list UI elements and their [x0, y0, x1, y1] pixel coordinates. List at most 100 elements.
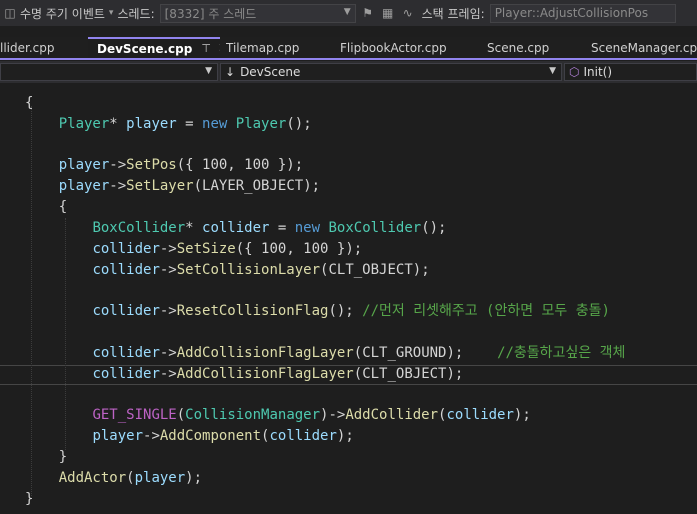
- code-token: (: [126, 470, 135, 486]
- lifecycle-dropdown-arrow-icon[interactable]: ▾: [109, 8, 114, 18]
- code-token: Player: [235, 116, 287, 132]
- code-token: {: [25, 199, 68, 215]
- tab-scene-cpp[interactable]: Scene.cpp: [487, 37, 577, 58]
- tab-devscene-cpp[interactable]: DevScene.cpp ⊤ ✕: [88, 37, 220, 58]
- code-token: SetPos: [126, 157, 177, 173]
- tab-tilemap-cpp[interactable]: Tilemap.cpp: [226, 37, 326, 58]
- member-dropdown[interactable]: ⬡ Init(): [564, 63, 697, 81]
- scope-dropdown[interactable]: ↓ DevScene ▼: [220, 63, 562, 81]
- code-token: player: [58, 178, 110, 194]
- code-token: (: [176, 407, 186, 423]
- project-scope-dropdown[interactable]: ▼: [0, 63, 218, 81]
- tab-scenemanager-cpp[interactable]: SceneManager.cpp: [591, 37, 697, 58]
- code-token: ({ 100, 100 });: [176, 157, 304, 173]
- code-token: ();: [286, 116, 312, 132]
- code-token: CLT_OBJECT: [328, 262, 413, 278]
- code-line: Player* player = new Player();: [25, 114, 312, 135]
- code-token: ->: [143, 428, 160, 444]
- stack-frame-label: 스택 프레임:: [421, 6, 485, 21]
- tab-label: Scene.cpp: [487, 40, 550, 55]
- code-line: GET_SINGLE(CollisionManager)->AddCollide…: [25, 405, 531, 426]
- show-threads-icon[interactable]: ∿: [400, 5, 416, 21]
- code-token: //먼저 리셋해주고 (안하면 모두 충돌): [362, 303, 610, 319]
- code-token: LAYER_OBJECT: [202, 178, 304, 194]
- code-line: player->SetPos({ 100, 100 });: [25, 155, 303, 176]
- code-editor[interactable]: { Player* player = new Player(); player-…: [0, 85, 697, 514]
- code-token: AddComponent: [159, 428, 262, 444]
- code-line: player->AddComponent(collider);: [25, 426, 353, 447]
- code-token: *: [109, 116, 127, 132]
- lifecycle-icon[interactable]: ◫: [2, 5, 18, 21]
- code-token: }: [25, 449, 68, 465]
- code-token: collider: [269, 428, 337, 444]
- code-token: );: [412, 262, 430, 278]
- scope-value: DevScene: [240, 65, 301, 79]
- code-token: =: [176, 116, 203, 132]
- code-token: {: [25, 95, 34, 111]
- code-token: ();: [328, 303, 363, 319]
- code-token: player: [126, 116, 177, 132]
- code-token: CollisionManager: [185, 407, 321, 423]
- tab-label: FlipbookActor.cpp: [340, 40, 447, 55]
- tab-label: llider.cpp: [0, 40, 55, 55]
- code-line: {: [25, 197, 67, 218]
- lifecycle-events-label[interactable]: 수명 주기 이벤트: [20, 5, 105, 22]
- tab-label: SceneManager.cpp: [591, 40, 697, 55]
- code-token: AddCollider: [345, 407, 439, 423]
- code-token: );: [185, 470, 203, 486]
- pin-icon[interactable]: ⊤: [201, 42, 211, 55]
- code-line: }: [25, 447, 67, 468]
- code-token: new: [294, 220, 321, 236]
- debug-toolbar: ◫ 수명 주기 이벤트 ▾ 스레드: [8332] 주 스레드 ▼ ⚑ ▦ ∿ …: [0, 0, 697, 26]
- code-token: ->: [109, 178, 127, 194]
- thread-select-value: [8332] 주 스레드: [164, 6, 257, 21]
- document-tab-bar: llider.cpp DevScene.cpp ⊤ ✕ Tilemap.cpp …: [0, 37, 697, 60]
- code-token: }: [25, 491, 34, 507]
- flagged-threads-icon[interactable]: ▦: [380, 5, 396, 21]
- code-token: CLT_OBJECT: [362, 366, 447, 382]
- code-token: );: [513, 407, 531, 423]
- class-icon: ⬡: [569, 65, 580, 79]
- code-token: ();: [421, 220, 447, 236]
- code-token: ->: [159, 345, 177, 361]
- code-token: GET_SINGLE: [92, 407, 177, 423]
- stack-frame-select[interactable]: Player::AdjustCollisionPos: [489, 3, 676, 23]
- code-token: );: [303, 178, 321, 194]
- code-token: collider: [446, 407, 514, 423]
- code-line: collider->SetSize({ 100, 100 });: [25, 239, 362, 260]
- code-token: collider: [92, 345, 160, 361]
- tab-collider-cpp[interactable]: llider.cpp: [0, 37, 90, 58]
- tab-label: DevScene.cpp: [97, 41, 193, 56]
- code-token: BoxCollider: [328, 220, 422, 236]
- code-token: player: [92, 428, 144, 444]
- code-token: SetLayer: [126, 178, 194, 194]
- thread-label: 스레드:: [117, 6, 155, 21]
- code-token: ({ 100, 100 });: [235, 241, 363, 257]
- code-token: Player: [58, 116, 110, 132]
- close-icon[interactable]: ✕: [218, 41, 220, 56]
- tab-flipbookactor-cpp[interactable]: FlipbookActor.cpp: [340, 37, 470, 58]
- thread-select[interactable]: [8332] 주 스레드 ▼: [159, 3, 356, 23]
- code-token: CLT_GROUND: [362, 345, 447, 361]
- code-token: AddCollisionFlagLayer: [176, 366, 354, 382]
- code-token: collider: [92, 262, 160, 278]
- code-token: player: [134, 470, 186, 486]
- code-token: collider: [92, 366, 160, 382]
- code-token: );: [446, 345, 498, 361]
- tab-label: Tilemap.cpp: [226, 40, 300, 55]
- code-token: *: [185, 220, 203, 236]
- flag-icon[interactable]: ⚑: [360, 5, 376, 21]
- code-token: ->: [159, 241, 177, 257]
- code-token: new: [202, 116, 228, 132]
